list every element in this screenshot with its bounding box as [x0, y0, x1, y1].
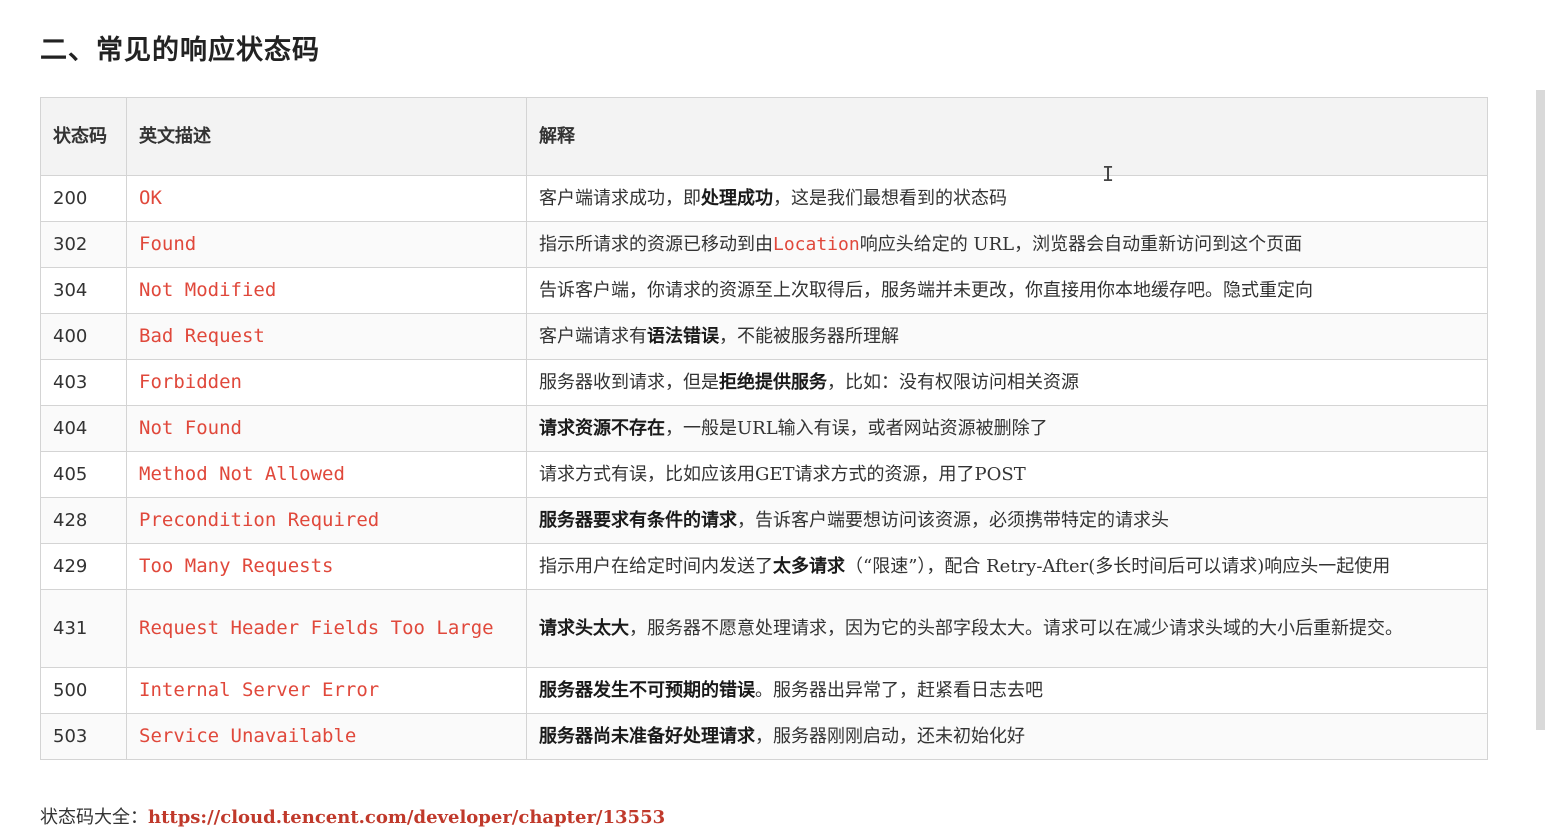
explanation-text: 请求方式有误，比如应该用GET请求方式的资源，用了POST: [539, 463, 1026, 485]
explanation-code-term: Location: [773, 233, 860, 255]
explanation-cell: 指示所请求的资源已移动到由Location响应头给定的 URL，浏览器会自动重新…: [526, 221, 1488, 268]
table-row: 400 Bad Request 客户端请求有语法错误，不能被服务器所理解: [40, 313, 1488, 360]
status-code-cell: 404: [40, 405, 127, 452]
english-description-cell: Service Unavailable: [126, 713, 527, 760]
explanation-text: 指示所请求的资源已移动到由: [539, 233, 773, 255]
status-code-cell: 302: [40, 221, 127, 268]
explanation-emphasis: 服务器发生不可预期的错误: [539, 679, 755, 701]
explanation-emphasis: 处理成功: [701, 187, 773, 209]
explanation-text: 客户端请求成功，即: [539, 187, 701, 209]
status-code-cell: 403: [40, 359, 127, 406]
header-status-code: 状态码: [40, 97, 127, 176]
status-code-cell: 304: [40, 267, 127, 314]
explanation-cell: 请求方式有误，比如应该用GET请求方式的资源，用了POST: [526, 451, 1488, 498]
status-code-cell: 503: [40, 713, 127, 760]
explanation-cell: 服务器要求有条件的请求，告诉客户端要想访问该资源，必须携带特定的请求头: [526, 497, 1488, 544]
table-row: 429 Too Many Requests 指示用户在给定时间内发送了太多请求（“限…: [40, 543, 1488, 590]
status-code-cell: 200: [40, 175, 127, 222]
explanation-text: 告诉客户端，你请求的资源至上次取得后，服务端并未更改，你直接用你本地缓存吧。隐式…: [539, 279, 1313, 301]
explanation-text: 客户端请求有: [539, 325, 647, 347]
explanation-cell: 指示用户在给定时间内发送了太多请求（“限速”），配合 Retry-After(多…: [526, 543, 1488, 590]
status-code-cell: 429: [40, 543, 127, 590]
table-row: 431 Request Header Fields Too Large 请求头太大，…: [40, 589, 1488, 668]
english-description-cell: Not Found: [126, 405, 527, 452]
explanation-cell: 请求头太大，服务器不愿意处理请求，因为它的头部字段太大。请求可以在减少请求头域的…: [526, 589, 1488, 668]
english-description-cell: Bad Request: [126, 313, 527, 360]
table-row: 405 Method Not Allowed 请求方式有误，比如应该用GET请求方式…: [40, 451, 1488, 498]
explanation-emphasis: 太多请求: [773, 555, 845, 577]
header-explanation: 解释: [526, 97, 1488, 176]
table-row: 403 Forbidden 服务器收到请求，但是拒绝提供服务，比如：没有权限访问相关…: [40, 359, 1488, 406]
status-code-cell: 400: [40, 313, 127, 360]
explanation-text: ，一般是URL输入有误，或者网站资源被删除了: [665, 417, 1048, 439]
explanation-text: ，不能被服务器所理解: [719, 325, 899, 347]
english-description-cell: Request Header Fields Too Large: [126, 589, 527, 668]
status-code-cell: 428: [40, 497, 127, 544]
explanation-cell: 告诉客户端，你请求的资源至上次取得后，服务端并未更改，你直接用你本地缓存吧。隐式…: [526, 267, 1488, 314]
explanation-text: （“限速”），配合 Retry-After(多长时间后可以请求)响应头一起使用: [845, 555, 1391, 577]
status-code-cell: 431: [40, 589, 127, 668]
explanation-text: ，服务器刚刚启动，还未初始化好: [755, 725, 1025, 747]
explanation-emphasis: 请求头太大: [539, 617, 629, 639]
explanation-text: ，比如：没有权限访问相关资源: [827, 371, 1079, 393]
text-cursor-icon: I: [1102, 162, 1115, 186]
explanation-text: 。服务器出异常了，赶紧看日志去吧: [755, 679, 1043, 701]
english-description-cell: Method Not Allowed: [126, 451, 527, 498]
table-row: 302 Found 指示所请求的资源已移动到由Location响应头给定的 URL，…: [40, 221, 1488, 268]
explanation-text: 服务器收到请求，但是: [539, 371, 719, 393]
explanation-text: ，服务器不愿意处理请求，因为它的头部字段太大。请求可以在减少请求头域的大小后重新…: [629, 617, 1403, 639]
english-description-cell: Internal Server Error: [126, 667, 527, 714]
explanation-cell: 请求资源不存在，一般是URL输入有误，或者网站资源被删除了: [526, 405, 1488, 452]
explanation-emphasis: 服务器要求有条件的请求: [539, 509, 737, 531]
explanation-emphasis: 拒绝提供服务: [719, 371, 827, 393]
status-code-cell: 405: [40, 451, 127, 498]
english-description-cell: Precondition Required: [126, 497, 527, 544]
status-code-reference-link[interactable]: https://cloud.tencent.com/developer/chap…: [148, 807, 665, 828]
footer-label: 状态码大全：: [40, 807, 148, 828]
status-code-cell: 500: [40, 667, 127, 714]
english-description-cell: Too Many Requests: [126, 543, 527, 590]
english-description-cell: Found: [126, 221, 527, 268]
english-description-cell: Not Modified: [126, 267, 527, 314]
explanation-cell: 服务器收到请求，但是拒绝提供服务，比如：没有权限访问相关资源: [526, 359, 1488, 406]
english-description-cell: OK: [126, 175, 527, 222]
table-row: 500 Internal Server Error 服务器发生不可预期的错误。服务器…: [40, 667, 1488, 714]
explanation-text: ，告诉客户端要想访问该资源，必须携带特定的请求头: [737, 509, 1169, 531]
explanation-cell: 客户端请求成功，即处理成功，这是我们最想看到的状态码: [526, 175, 1488, 222]
explanation-text: ，这是我们最想看到的状态码: [773, 187, 1007, 209]
explanation-emphasis: 语法错误: [647, 325, 719, 347]
explanation-text: 指示用户在给定时间内发送了: [539, 555, 773, 577]
scrollbar[interactable]: [1536, 90, 1545, 730]
explanation-text: 响应头给定的 URL，浏览器会自动重新访问到这个页面: [859, 233, 1303, 255]
explanation-cell: 服务器发生不可预期的错误。服务器出异常了，赶紧看日志去吧: [526, 667, 1488, 714]
explanation-emphasis: 服务器尚未准备好处理请求: [539, 725, 755, 747]
explanation-emphasis: 请求资源不存在: [539, 417, 665, 439]
footer: 状态码大全：https://cloud.tencent.com/develope…: [40, 803, 665, 829]
page-heading: 二、常见的响应状态码: [40, 35, 320, 66]
table-row: 428 Precondition Required 服务器要求有条件的请求，告诉客户…: [40, 497, 1488, 544]
table-row: 404 Not Found 请求资源不存在，一般是URL输入有误，或者网站资源被删除…: [40, 405, 1488, 452]
explanation-cell: 服务器尚未准备好处理请求，服务器刚刚启动，还未初始化好: [526, 713, 1488, 760]
status-code-table: 状态码 英文描述 解释 200 OK 客户端请求成功，即处理成功，这是我们最想看到的…: [40, 97, 1488, 760]
table-row: 304 Not Modified 告诉客户端，你请求的资源至上次取得后，服务端并未更…: [40, 267, 1488, 314]
table-row: 503 Service Unavailable 服务器尚未准备好处理请求，服务器刚刚…: [40, 713, 1488, 760]
table-header-row: 状态码 英文描述 解释: [40, 97, 1488, 176]
explanation-cell: 客户端请求有语法错误，不能被服务器所理解: [526, 313, 1488, 360]
table-row: 200 OK 客户端请求成功，即处理成功，这是我们最想看到的状态码: [40, 175, 1488, 222]
header-english-description: 英文描述: [126, 97, 527, 176]
english-description-cell: Forbidden: [126, 359, 527, 406]
